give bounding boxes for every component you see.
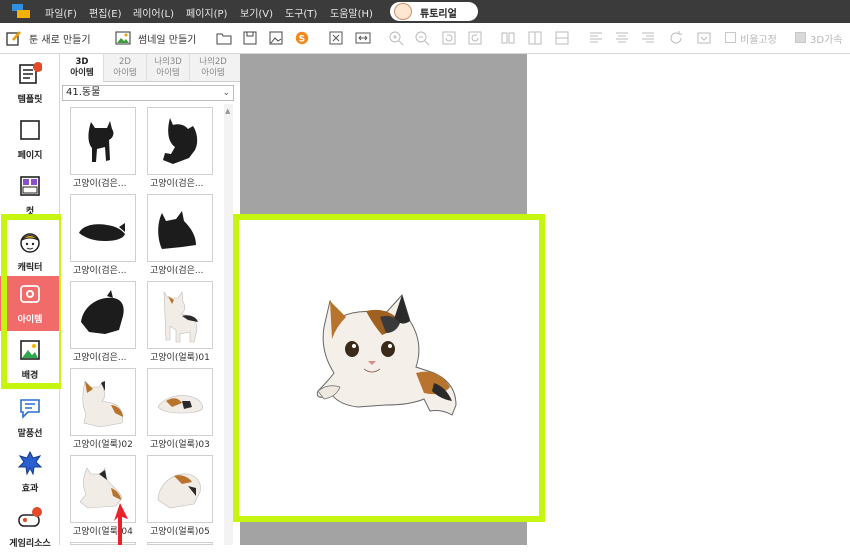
menu-view[interactable]: 보기(V): [240, 5, 273, 20]
nav-speech-bubble-label: 말풍선: [17, 429, 43, 439]
item-caption: 고양이(검은...: [73, 266, 127, 276]
item-thumb-calico-cat-01[interactable]: [147, 281, 213, 349]
item-caption: 고양이(얼룩)05: [150, 527, 210, 537]
tab-my-3d-item-line1: 나의3D: [154, 57, 182, 67]
align-center-icon[interactable]: [614, 30, 630, 46]
item-thumb-black-cat-2[interactable]: [147, 107, 213, 175]
flip-icon[interactable]: [696, 30, 712, 46]
item-thumb-black-cat-4[interactable]: [147, 194, 213, 262]
canvas-highlight-box: [233, 214, 545, 522]
tab-2d-item-line1: 2D: [119, 57, 131, 67]
item-thumb-black-cat-3[interactable]: [70, 194, 136, 262]
tab-3d-item[interactable]: 3D 아이템: [61, 54, 104, 82]
fit-screen-icon[interactable]: [328, 30, 344, 46]
item-caption: 고양이(얼룩)01: [150, 353, 210, 363]
tab-my-2d-item[interactable]: 나의2D 아이템: [190, 54, 236, 82]
tab-my-3d-item[interactable]: 나의3D 아이템: [147, 54, 190, 82]
nav-game-resource[interactable]: 게임리소스: [0, 500, 60, 555]
item-panel-scrollbar[interactable]: ▲: [224, 104, 233, 545]
toolbar: 툰 새로 만들기 썸네일 만들기 S 비율고정 3D가속: [0, 23, 850, 54]
category-select[interactable]: 41.동물 ⌄: [62, 85, 234, 101]
ratio-lock-checkbox[interactable]: [725, 32, 736, 43]
nav-effect[interactable]: 효과: [0, 445, 60, 500]
ratio-lock-label: 비율고정: [740, 35, 777, 46]
image-export-icon[interactable]: [268, 30, 284, 46]
item-thumb-calico-cat-05[interactable]: [147, 455, 213, 523]
speech-bubble-icon: [20, 399, 40, 419]
fit-width-icon[interactable]: [355, 30, 371, 46]
item-caption: 고양이(검은...: [73, 353, 127, 363]
menu-layer[interactable]: 레이어(L): [133, 5, 174, 20]
menu-bar: 파일(F) 편집(E) 레이어(L) 페이지(P) 보기(V) 도구(T) 도움…: [0, 0, 850, 23]
tab-my-2d-item-line1: 나의2D: [199, 57, 227, 67]
tab-my-2d-item-line2: 아이템: [201, 68, 225, 78]
tab-2d-item-line2: 아이템: [113, 68, 137, 78]
tab-my-3d-item-line2: 아이템: [156, 68, 180, 78]
align-left-icon[interactable]: [588, 30, 604, 46]
redo-icon[interactable]: [467, 30, 483, 46]
page-icon: [20, 120, 40, 140]
nav-highlight-box: [1, 214, 65, 389]
split-horizontal-icon[interactable]: [554, 30, 570, 46]
nav-template-label: 템플릿: [17, 95, 43, 105]
align-right-icon[interactable]: [640, 30, 656, 46]
cut-icon: [20, 176, 40, 196]
red-arrow-pointer-icon: [114, 503, 128, 545]
item-thumb-black-cat-1[interactable]: [70, 107, 136, 175]
workspace-white-area: [527, 54, 850, 545]
tab-3d-item-line1: 3D: [75, 57, 89, 67]
menu-page[interactable]: 페이지(P): [186, 5, 227, 20]
tab-3d-item-line2: 아이템: [70, 68, 94, 78]
zoom-in-icon[interactable]: [388, 30, 404, 46]
scroll-up-icon[interactable]: ▲: [225, 107, 230, 115]
menu-help[interactable]: 도움말(H): [330, 5, 373, 20]
undo-icon[interactable]: [441, 30, 457, 46]
accel-3d-checkbox[interactable]: [795, 32, 806, 43]
share-s-icon[interactable]: S: [294, 30, 310, 46]
item-caption: 고양이(검은...: [73, 179, 127, 189]
thumbnail-icon[interactable]: [115, 30, 131, 46]
nav-speech-bubble[interactable]: 말풍선: [0, 390, 60, 445]
tutorial-avatar-icon: [394, 3, 412, 20]
svg-text:S: S: [299, 35, 305, 45]
nav-template[interactable]: 템플릿: [0, 56, 60, 111]
item-panel: 3D 아이템 2D 아이템 나의3D 아이템 나의2D 아이템 41.동물 ⌄ …: [61, 54, 240, 545]
nav-page-label: 페이지: [17, 151, 43, 161]
item-thumb-calico-cat-03[interactable]: [147, 368, 213, 436]
new-toon-icon[interactable]: [6, 30, 22, 46]
nav-game-resource-label: 게임리소스: [9, 539, 51, 549]
split-vertical-icon[interactable]: [527, 30, 543, 46]
template-icon: [19, 62, 42, 84]
save-icon[interactable]: [242, 30, 258, 46]
game-resource-icon: [18, 507, 42, 527]
menu-edit[interactable]: 편집(E): [89, 5, 122, 20]
effect-icon: [18, 451, 42, 475]
thumbnail-button[interactable]: 썸네일 만들기: [138, 31, 196, 46]
chevron-down-icon: ⌄: [222, 88, 230, 98]
item-tabs: 3D 아이템 2D 아이템 나의3D 아이템 나의2D 아이템: [61, 54, 240, 82]
align-group-icon[interactable]: [500, 30, 516, 46]
accel-3d-label: 3D가속: [810, 35, 843, 46]
item-thumb-calico-cat-02[interactable]: [70, 368, 136, 436]
zoom-out-icon[interactable]: [414, 30, 430, 46]
open-folder-icon[interactable]: [216, 30, 232, 46]
menu-file[interactable]: 파일(F): [45, 5, 77, 20]
item-caption: 고양이(검은...: [150, 266, 204, 276]
new-toon-button[interactable]: 툰 새로 만들기: [29, 31, 91, 46]
tutorial-button[interactable]: 튜토리얼: [390, 2, 478, 21]
menu-tools[interactable]: 도구(T): [285, 5, 317, 20]
item-caption: 고양이(검은...: [150, 179, 204, 189]
tutorial-label: 튜토리얼: [420, 9, 457, 20]
item-caption: 고양이(얼룩)03: [150, 440, 210, 450]
tab-2d-item[interactable]: 2D 아이템: [104, 54, 147, 82]
item-thumb-black-cat-5[interactable]: [70, 281, 136, 349]
nav-page[interactable]: 페이지: [0, 112, 60, 167]
nav-effect-label: 효과: [21, 484, 39, 494]
app-logo-icon: [12, 4, 30, 18]
rotate-icon[interactable]: [668, 30, 684, 46]
item-caption: 고양이(얼룩)02: [73, 440, 133, 450]
category-value: 41.동물: [66, 87, 101, 98]
